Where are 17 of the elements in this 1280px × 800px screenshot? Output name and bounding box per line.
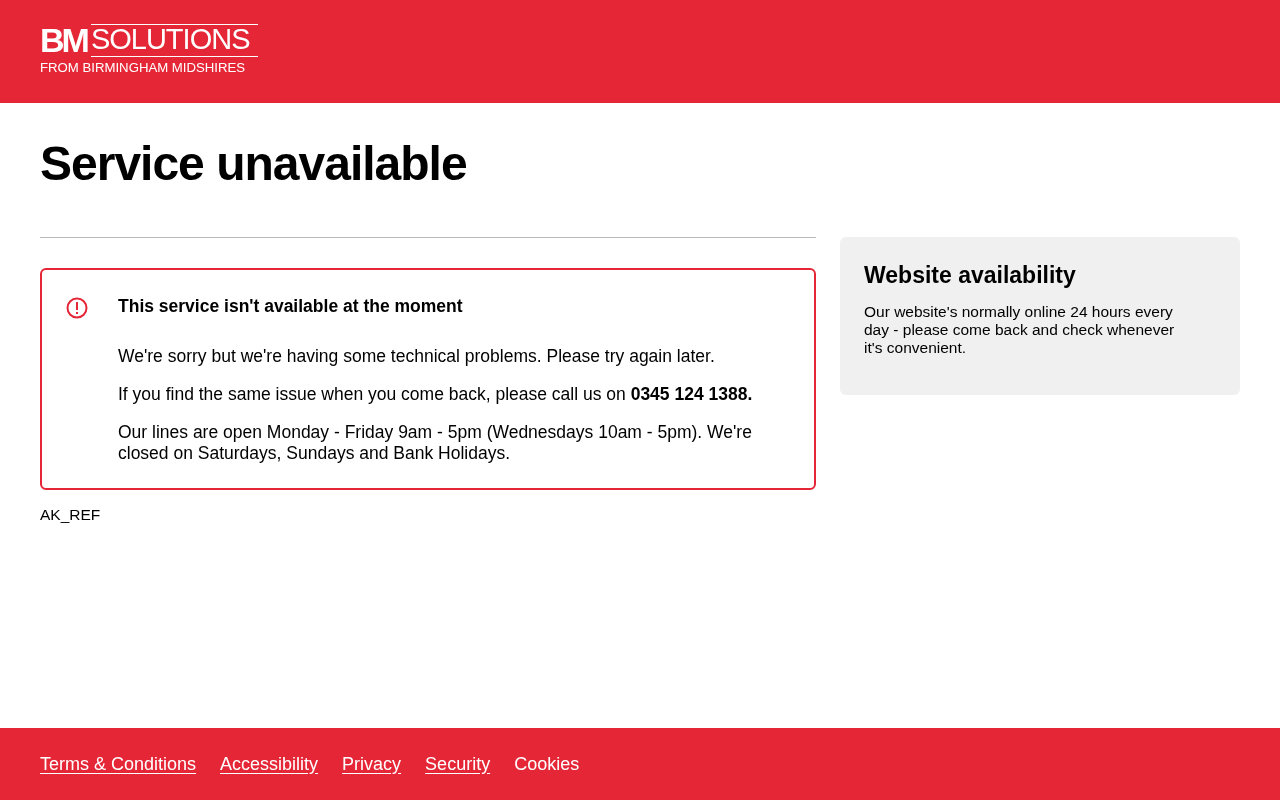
logo-tagline: FROM BIRMINGHAM MIDSHIRES (40, 60, 247, 75)
footer-link[interactable]: Cookies (514, 753, 580, 775)
logo-name: SOLUTIONS (90, 24, 258, 57)
reference-code: AK_REF (40, 506, 102, 524)
alert-text: We're sorry but we're having some technical problems. Please try again later. (118, 346, 716, 367)
footer-link[interactable]: Privacy (342, 753, 402, 775)
alert-text: Our lines are open Monday - Friday 9am - 5pm (Wednesdays 10am - 5pm). We're closed on Saturdays, Sundays and Bank Holidays. (118, 422, 753, 464)
alert-heading: This service isn't available at the moment (118, 296, 464, 317)
footer-link[interactable]: Terms & Conditions (40, 753, 197, 775)
warning-icon (66, 297, 88, 319)
alert-text: If you find the same issue when you come back, please call us on 0345 124 1388. (118, 384, 754, 405)
page-title: Service unavailable (40, 136, 468, 192)
info-title: Website availability (864, 261, 1077, 289)
footer-link[interactable]: Accessibility (220, 753, 319, 775)
logo-mark: BM (40, 24, 87, 57)
info-text: Our website's normally online 24 hours every day - please come back and check whenever it's convenient. (864, 303, 1176, 357)
footer-link[interactable]: Security (425, 753, 491, 775)
